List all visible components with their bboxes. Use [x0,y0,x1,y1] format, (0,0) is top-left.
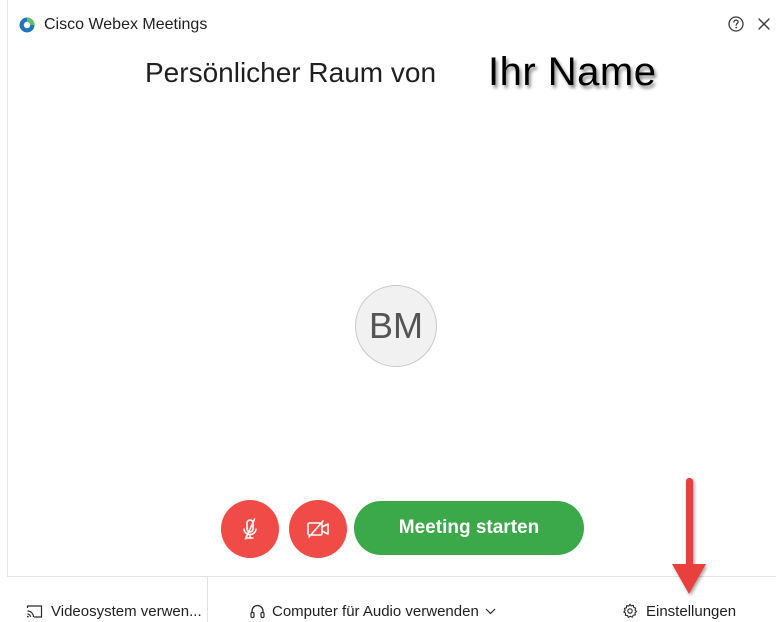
audio-option-dropdown[interactable]: Computer für Audio verwenden [249,600,504,622]
microphone-muted-icon [243,518,257,540]
audio-option-label: Computer für Audio verwenden [272,602,479,620]
settings-label: Einstellungen [646,602,737,620]
title-bar: Cisco Webex Meetings [0,0,776,50]
room-owner-name: Ihr Name [488,50,657,94]
video-off-icon [307,520,329,538]
headset-icon [250,604,265,618]
mute-button[interactable] [221,500,279,558]
cast-screen-icon [26,604,43,618]
webex-logo-icon [19,17,35,33]
bottom-bar-divider [207,577,208,622]
chevron-down-icon [485,608,496,615]
video-button[interactable] [289,500,347,558]
start-meeting-button[interactable]: Meeting starten [354,501,584,555]
app-title: Cisco Webex Meetings [44,16,208,33]
webex-meeting-window: Cisco Webex Meetings Persönlicher Raum v… [0,0,776,622]
room-title: Persönlicher Raum von [145,57,437,88]
video-system-label: Videosystem verwen... [51,602,202,620]
avatar: BM [355,285,437,367]
window-left-border [7,0,8,577]
close-icon[interactable] [755,15,773,33]
video-system-option[interactable]: Videosystem verwen... [26,600,202,622]
settings-button[interactable]: Einstellungen [622,600,736,622]
gear-icon [623,603,638,618]
red-arrow-down-icon [672,478,706,594]
help-icon[interactable] [727,15,745,33]
